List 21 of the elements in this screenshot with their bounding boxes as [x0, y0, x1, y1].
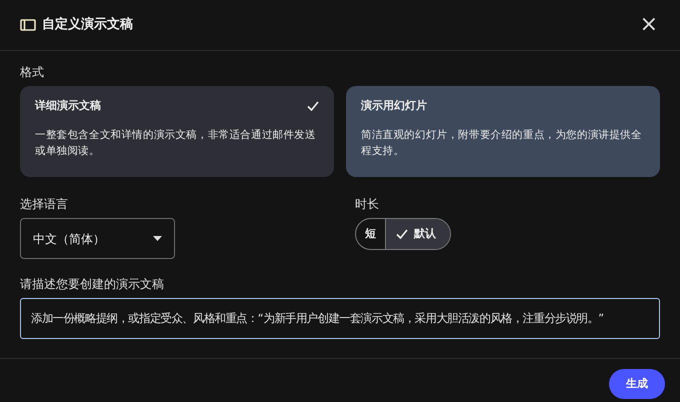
- field-label: 请描述您要创建的演示文稿: [20, 276, 165, 293]
- description-field[interactable]: 添加一份概略提纲，或指定受众、风格和重点：“为新手用户创建一套演示文稿，采用大胆活泼的风格，注重分步说明。”: [20, 298, 660, 339]
- field-label: 格式: [20, 64, 45, 81]
- dialog-title: 自定义演示文稿: [42, 16, 133, 34]
- duration-segment[interactable]: 短: [356, 219, 385, 249]
- option-title: 详细演示文稿: [35, 98, 101, 114]
- generate-button[interactable]: 生成: [609, 369, 665, 399]
- check-icon: [396, 229, 408, 239]
- check-icon: [307, 101, 319, 112]
- format-option-card[interactable]: 演示用幻灯片 简洁直观的幻灯片，附带要介绍的重点，为您的演讲提供全程支持。: [346, 86, 660, 177]
- option-description: 一整套包含全文和详情的演示文稿，非常适合通过邮件发送或单独阅读。: [35, 128, 317, 160]
- duration-segment[interactable]: 默认: [385, 219, 450, 249]
- caret-icon: [153, 236, 162, 241]
- field-label: 时长: [355, 196, 380, 213]
- language-dropdown[interactable]: 中文（简体）: [20, 218, 175, 259]
- slides-icon: [20, 19, 36, 31]
- format-option-card[interactable]: 详细演示文稿 一整套包含全文和详情的演示文稿，非常适合通过邮件发送或单独阅读。: [20, 86, 334, 177]
- close-button[interactable]: ×: [638, 14, 660, 36]
- field-label: 选择语言: [20, 196, 69, 213]
- option-title: 演示用幻灯片: [361, 98, 427, 114]
- option-description: 简洁直观的幻灯片，附带要介绍的重点，为您的演讲提供全程支持。: [361, 128, 643, 160]
